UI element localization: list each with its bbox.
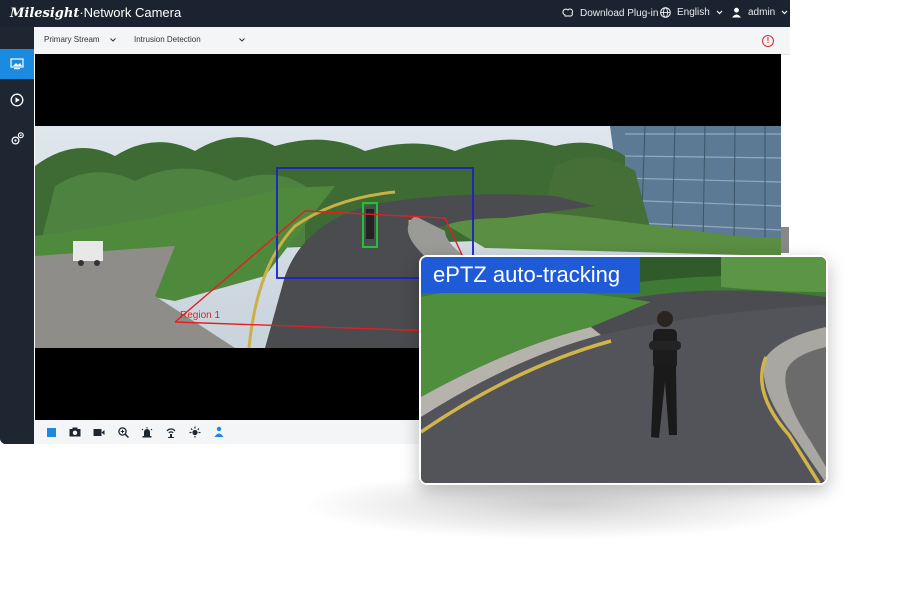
video-toolbar: Primary Stream Intrusion Detection ! xyxy=(34,27,790,55)
detection-select-value: Intrusion Detection xyxy=(134,35,201,44)
user-menu[interactable]: admin xyxy=(731,7,788,18)
brand: Milesight·Network Camera xyxy=(10,5,181,21)
chevron-down-icon xyxy=(109,37,116,42)
detection-select[interactable]: Intrusion Detection xyxy=(134,35,245,44)
eptz-tracking-view: ePTZ auto-tracking xyxy=(419,255,828,485)
region-label: Region 1 xyxy=(180,310,220,321)
live-view-icon xyxy=(10,58,24,70)
stop-icon[interactable] xyxy=(44,425,58,439)
playback-icon xyxy=(10,93,24,107)
light-icon[interactable] xyxy=(188,425,202,439)
stream-select[interactable]: Primary Stream xyxy=(44,35,116,44)
title-bar: Milesight·Network Camera Download Plug-i… xyxy=(0,0,790,27)
settings-icon xyxy=(10,131,24,145)
sidebar-item-settings[interactable] xyxy=(0,123,34,153)
chevron-down-icon xyxy=(781,10,788,15)
tracking-icon[interactable] xyxy=(212,425,226,439)
chevron-down-icon xyxy=(238,37,245,42)
overlay-title: ePTZ auto-tracking xyxy=(421,257,641,293)
panel-toggle-handle[interactable] xyxy=(781,227,789,253)
download-plugin-link[interactable]: Download Plug-in xyxy=(562,7,658,19)
stream-select-value: Primary Stream xyxy=(44,35,100,44)
sidebar-item-live-view[interactable] xyxy=(0,49,34,79)
brand-logo: Milesight xyxy=(10,6,80,21)
alarm-output-icon[interactable] xyxy=(140,425,154,439)
download-icon xyxy=(562,8,573,17)
zoom-icon[interactable] xyxy=(116,425,130,439)
user-label: admin xyxy=(748,7,776,18)
language-select[interactable]: English xyxy=(660,7,723,18)
user-icon xyxy=(732,7,741,18)
snapshot-icon[interactable] xyxy=(68,425,82,439)
alarm-icon[interactable]: ! xyxy=(762,35,774,47)
sidebar xyxy=(0,27,34,444)
download-plugin-label: Download Plug-in xyxy=(580,7,659,19)
audio-icon[interactable] xyxy=(164,425,178,439)
brand-suffix: ·Network Camera xyxy=(79,5,182,20)
record-icon[interactable] xyxy=(92,425,106,439)
chevron-down-icon xyxy=(716,10,723,15)
globe-icon xyxy=(660,7,671,18)
language-label: English xyxy=(677,7,710,18)
sidebar-item-playback[interactable] xyxy=(0,85,34,115)
